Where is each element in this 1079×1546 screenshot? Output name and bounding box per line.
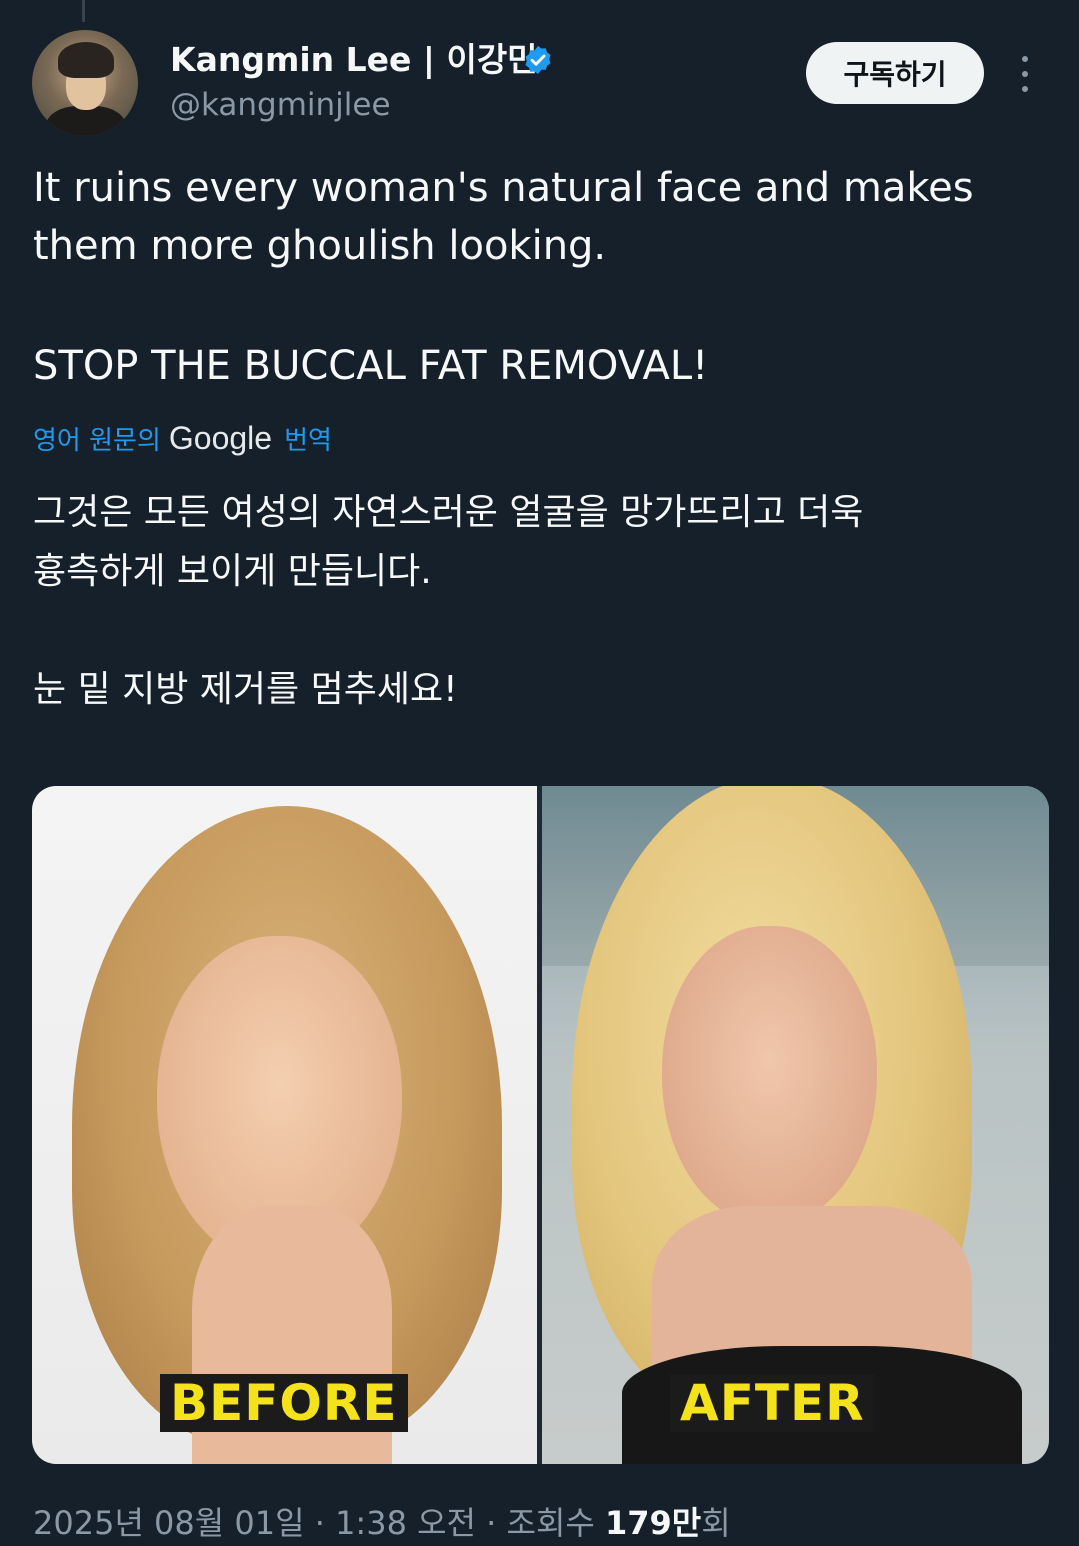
before-photo: BEFORE (32, 786, 537, 1464)
after-photo: AFTER (542, 786, 1049, 1464)
views-suffix: 회 (701, 1504, 731, 1542)
google-logo: Google (168, 419, 273, 456)
translated-text: 그것은 모든 여성의 자연스러운 얼굴을 망가뜨리고 더욱 흉측하게 보이게 만… (33, 492, 864, 592)
tweet-text: It ruins every woman's natural face and … (33, 165, 974, 269)
after-face (662, 926, 877, 1226)
after-label: AFTER (670, 1374, 875, 1432)
translate-prefix: 영어 원문의 (33, 425, 161, 456)
translated-text-callout: 눈 밑 지방 제거를 멈추세요! (33, 669, 458, 710)
avatar-hair (58, 42, 114, 78)
subscribe-button[interactable]: 구독하기 (806, 42, 984, 104)
tweet-time[interactable]: 1:38 오전 (335, 1504, 476, 1542)
thread-line (82, 0, 85, 22)
avatar-body (46, 106, 126, 136)
tweet-media-image[interactable]: BEFORE AFTER (32, 786, 1049, 1464)
views-label: 조회수 (506, 1504, 595, 1542)
avatar[interactable] (32, 30, 138, 136)
author-name[interactable]: Kangmin Lee | 이강민 (170, 38, 538, 82)
tweet-text-callout: STOP THE BUCCAL FAT REMOVAL! (33, 343, 709, 389)
author-handle[interactable]: @kangminjlee (170, 84, 391, 126)
translation-attribution[interactable]: 영어 원문의 Google 번역 (33, 416, 332, 460)
translate-suffix: 번역 (284, 425, 332, 456)
separator-dot: · (486, 1504, 507, 1542)
tweet-meta: 2025년 08월 01일 · 1:38 오전 · 조회수 179만회 (33, 1500, 731, 1546)
views-count: 179만 (605, 1504, 702, 1542)
separator-dot: · (314, 1504, 336, 1542)
tweet-date[interactable]: 2025년 08월 01일 (33, 1504, 305, 1542)
before-label: BEFORE (160, 1374, 408, 1432)
more-options-icon[interactable] (1010, 56, 1040, 92)
verified-badge-icon (525, 46, 551, 74)
